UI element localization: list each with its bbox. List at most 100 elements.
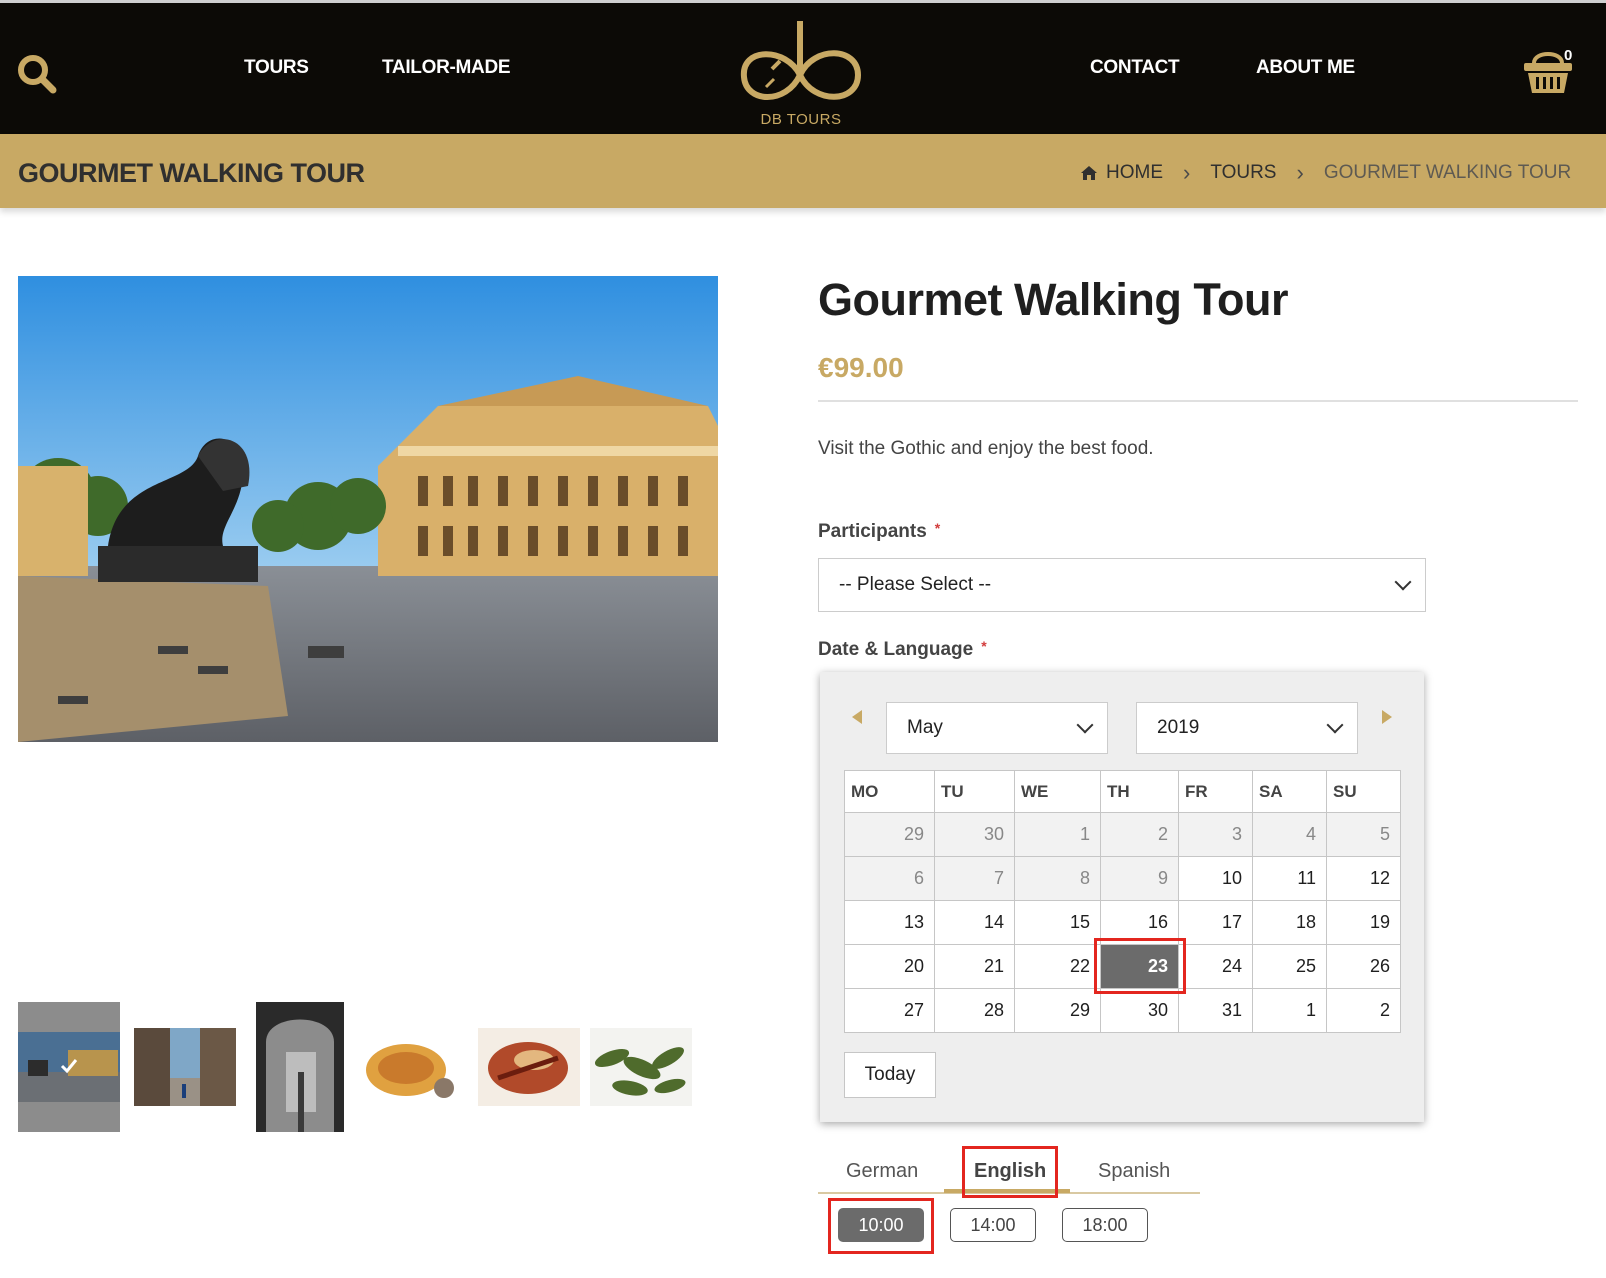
calendar-day[interactable]: 11 — [1252, 856, 1327, 901]
weekday-header-row: MO TU WE TH FR SA SU — [844, 770, 1401, 813]
chevron-right-icon: › — [1296, 160, 1304, 185]
calendar-day[interactable]: 20 — [844, 944, 935, 989]
thumbnail-3[interactable] — [256, 1002, 344, 1132]
product-description: Visit the Gothic and enjoy the best food… — [818, 438, 1154, 459]
weekday-header: TH — [1100, 770, 1179, 813]
required-mark: * — [981, 638, 987, 654]
next-month-icon[interactable] — [1382, 710, 1392, 724]
year-select[interactable]: 2019 — [1136, 702, 1358, 754]
calendar-day[interactable]: 14 — [934, 900, 1015, 945]
participants-select-value: -- Please Select -- — [839, 574, 992, 595]
required-mark: * — [934, 520, 941, 536]
weekday-header: MO — [844, 770, 935, 813]
nav-tours[interactable]: TOURS — [244, 57, 309, 79]
calendar-day[interactable]: 28 — [934, 988, 1015, 1033]
calendar-day[interactable]: 29 — [1014, 988, 1101, 1033]
thumbnail-4[interactable] — [362, 1028, 464, 1106]
chevron-down-icon — [1326, 716, 1344, 734]
calendar-day[interactable]: 24 — [1178, 944, 1253, 989]
breadcrumb-home[interactable]: HOME — [1106, 162, 1163, 184]
calendar-day-disabled: 8 — [1014, 856, 1101, 901]
calendar-day[interactable]: 22 — [1014, 944, 1101, 989]
home-icon — [1081, 166, 1097, 180]
date-picker: May 2019 MO TU WE TH FR SA SU 29 30 1 2 … — [820, 672, 1424, 1122]
calendar-day[interactable]: 16 — [1100, 900, 1179, 945]
calendar-day-disabled: 9 — [1100, 856, 1179, 901]
calendar-day[interactable]: 2 — [1326, 988, 1401, 1033]
main-product-image[interactable] — [18, 276, 718, 742]
calendar-day[interactable]: 15 — [1014, 900, 1101, 945]
thumbnail-5[interactable] — [478, 1028, 580, 1106]
calendar-day[interactable]: 17 — [1178, 900, 1253, 945]
calendar-day[interactable]: 18 — [1252, 900, 1327, 945]
calendar-day[interactable]: 30 — [1100, 988, 1179, 1033]
breadcrumb-tours[interactable]: TOURS — [1210, 162, 1276, 184]
calendar-day-disabled: 5 — [1326, 812, 1401, 857]
calendar-day[interactable]: 27 — [844, 988, 935, 1033]
cart-count: 0 — [1564, 47, 1573, 64]
calendar-week: 20 21 22 23 24 25 26 — [844, 944, 1401, 989]
calendar-day[interactable]: 12 — [1326, 856, 1401, 901]
weekday-header: SA — [1252, 770, 1327, 813]
calendar-day[interactable]: 19 — [1326, 900, 1401, 945]
calendar-day-disabled: 6 — [844, 856, 935, 901]
calendar-day-disabled: 3 — [1178, 812, 1253, 857]
product-title: Gourmet Walking Tour — [818, 274, 1289, 325]
calendar-day-disabled: 1 — [1014, 812, 1101, 857]
calendar-day-selected[interactable]: 23 — [1100, 944, 1179, 989]
divider — [818, 400, 1578, 402]
time-slot[interactable]: 18:00 — [1062, 1208, 1148, 1242]
nav-tailor-made[interactable]: TAILOR-MADE — [382, 57, 511, 79]
time-slot-selected[interactable]: 10:00 — [838, 1208, 924, 1242]
calendar-grid: MO TU WE TH FR SA SU 29 30 1 2 3 4 5 6 7 — [844, 770, 1401, 1033]
tab-german[interactable]: German — [846, 1160, 918, 1183]
nav-contact[interactable]: CONTACT — [1090, 57, 1180, 79]
month-select-value: May — [907, 717, 943, 738]
logo-mark-icon — [740, 21, 862, 100]
weekday-header: WE — [1014, 770, 1101, 813]
calendar-day[interactable]: 1 — [1252, 988, 1327, 1033]
site-header: TOURS TAILOR-MADE DB TOURS CONTACT ABOUT… — [0, 0, 1606, 134]
date-language-label: Date & Language * — [818, 638, 987, 660]
weekday-header: TU — [934, 770, 1015, 813]
tab-spanish[interactable]: Spanish — [1098, 1160, 1170, 1183]
calendar-week: 6 7 8 9 10 11 12 — [844, 856, 1401, 901]
today-button[interactable]: Today — [844, 1052, 936, 1098]
calendar-day-disabled: 4 — [1252, 812, 1327, 857]
prev-month-icon[interactable] — [852, 710, 862, 724]
calendar-day-disabled: 29 — [844, 812, 935, 857]
page-title: GOURMET WALKING TOUR — [18, 158, 365, 188]
calendar-day[interactable]: 21 — [934, 944, 1015, 989]
thumbnail-6[interactable] — [590, 1028, 692, 1106]
title-band: GOURMET WALKING TOUR HOME › TOURS › GOUR… — [0, 134, 1606, 208]
calendar-week: 13 14 15 16 17 18 19 — [844, 900, 1401, 945]
thumbnail-2[interactable] — [134, 1028, 236, 1106]
thumbnail-strip — [18, 1002, 718, 1134]
thumbnail-1-selected[interactable] — [18, 1002, 120, 1132]
chevron-down-icon — [1076, 716, 1094, 734]
calendar-day[interactable]: 10 — [1178, 856, 1253, 901]
logo-text: DB TOURS — [760, 111, 842, 128]
search-icon[interactable] — [16, 53, 58, 95]
calendar-day-disabled: 7 — [934, 856, 1015, 901]
logo[interactable]: DB TOURS — [736, 17, 866, 133]
calendar-day[interactable]: 26 — [1326, 944, 1401, 989]
tab-english[interactable]: English — [974, 1160, 1046, 1183]
time-slot[interactable]: 14:00 — [950, 1208, 1036, 1242]
chevron-right-icon: › — [1183, 160, 1191, 185]
checkmark-icon — [60, 1059, 78, 1074]
calendar-day[interactable]: 13 — [844, 900, 935, 945]
month-select[interactable]: May — [886, 702, 1108, 754]
nav-about-me[interactable]: ABOUT ME — [1256, 57, 1355, 79]
city-square-photo — [18, 276, 718, 742]
participants-select[interactable]: -- Please Select -- — [818, 558, 1426, 612]
calendar-week: 27 28 29 30 31 1 2 — [844, 988, 1401, 1033]
year-select-value: 2019 — [1157, 717, 1200, 738]
calendar-week: 29 30 1 2 3 4 5 — [844, 812, 1401, 857]
product-price: €99.00 — [818, 352, 904, 383]
calendar-day[interactable]: 31 — [1178, 988, 1253, 1033]
calendar-day[interactable]: 25 — [1252, 944, 1327, 989]
breadcrumb-current: GOURMET WALKING TOUR — [1323, 162, 1572, 183]
weekday-header: SU — [1326, 770, 1401, 813]
weekday-header: FR — [1178, 770, 1253, 813]
